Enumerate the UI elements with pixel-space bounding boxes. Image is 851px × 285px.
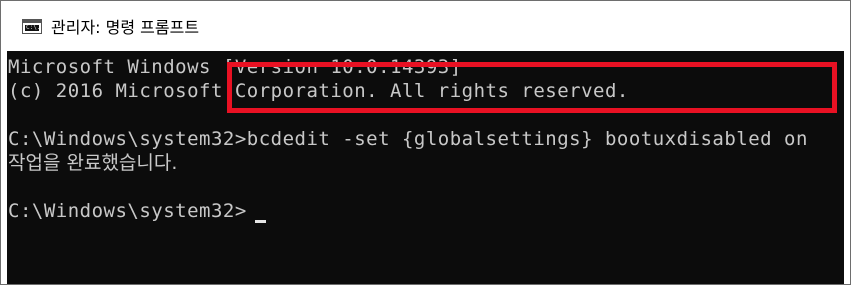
text-cursor xyxy=(255,220,266,223)
icon-text: C:\. xyxy=(25,24,39,31)
console-line-2: (c) 2016 Microsoft Corporation. All righ… xyxy=(8,80,629,102)
command-prompt-window: C:\. 관리자: 명령 프롬프트 Microsoft Windows [Ver… xyxy=(0,0,851,285)
command-prompt-icon: C:\. xyxy=(22,18,42,34)
console-result-line: 작업을 완료했습니다. xyxy=(8,152,178,174)
console-line-1: Microsoft Windows [Version 10.0.14393] xyxy=(8,56,462,78)
window-title: 관리자: 명령 프롬프트 xyxy=(51,18,200,37)
console-output[interactable]: Microsoft Windows [Version 10.0.14393] (… xyxy=(7,51,844,284)
title-bar[interactable]: C:\. 관리자: 명령 프롬프트 xyxy=(1,1,850,51)
console-command-line: C:\Windows\system32>bcdedit -set {global… xyxy=(8,128,808,150)
console-prompt-line: C:\Windows\system32> xyxy=(8,200,247,222)
